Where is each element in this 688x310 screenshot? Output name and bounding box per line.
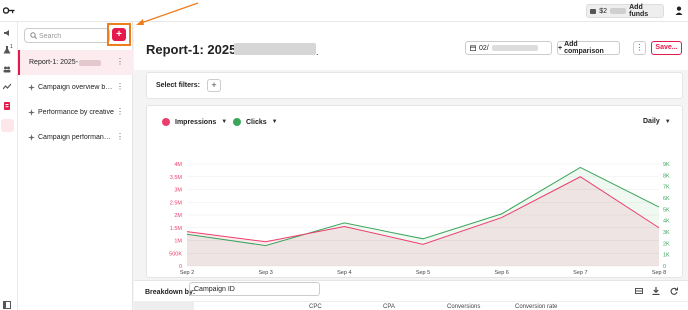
- icon-rail: 1: [0, 22, 18, 310]
- report-header: Report-1: 2025 . 02/ + Add comparison ⋮ …: [134, 22, 688, 70]
- breakdown-select[interactable]: Campaign ID: [189, 282, 320, 296]
- user-icon[interactable]: [675, 6, 683, 15]
- x-tick-label: Sep 2: [180, 270, 194, 276]
- y-right-tick-label: 3K: [663, 230, 670, 236]
- y-left-tick-label: 1.5M: [170, 226, 183, 232]
- line-chart: 0500K1M1.5M2M2.5M3M3.5M4M01K2K3K4K5K6K7K…: [169, 162, 670, 276]
- chart-card: Impressions ▼ Clicks ▼ Daily ▼ 0 500K 1M 1.…: [146, 105, 683, 278]
- report-name-redacted: [79, 59, 102, 66]
- top-bar: $2 Add funds: [0, 0, 688, 22]
- filters-label: Select filters:: [156, 82, 200, 89]
- search-box[interactable]: [24, 28, 110, 43]
- breakdown-label: Breakdown by:: [145, 289, 196, 296]
- y-left-tick-label: 4M: [174, 162, 182, 168]
- report-item-label: Report-1: 2025-: [29, 59, 79, 66]
- y-right-tick-label: 7K: [663, 185, 670, 191]
- refresh-icon[interactable]: [670, 287, 678, 295]
- y-right-tick-label: 5K: [663, 207, 670, 213]
- x-tick-label: Sep 5: [416, 270, 430, 276]
- save-button[interactable]: Save...: [651, 41, 682, 55]
- more-vertical-icon[interactable]: ⋮: [116, 83, 124, 91]
- report-item-campaign-performance[interactable]: Campaign performance b... ⋮: [18, 125, 133, 150]
- y-right-tick-label: 2K: [663, 241, 670, 247]
- sparkle-icon: [28, 109, 35, 116]
- report-item-performance-creative[interactable]: Performance by creative ⋮: [18, 100, 133, 125]
- collapse-sidebar-icon[interactable]: [3, 301, 11, 309]
- y-left-tick-label: 2.5M: [170, 200, 183, 206]
- sparkle-icon: [28, 134, 35, 141]
- date-range-redacted: [491, 45, 538, 51]
- rail-active-highlight: [1, 119, 14, 132]
- y-right-tick-label: 1K: [663, 253, 670, 259]
- x-tick-label: Sep 3: [258, 270, 272, 276]
- table-header-shade: [134, 302, 194, 310]
- add-filter-button[interactable]: +: [207, 79, 221, 92]
- filters-bar: Select filters: +: [146, 72, 683, 99]
- rail-badge: 1: [10, 44, 13, 50]
- x-tick-label: Sep 4: [337, 270, 351, 276]
- reports-icon[interactable]: [3, 102, 11, 110]
- title-suffix: .: [316, 47, 319, 57]
- y-left-tick-label: 2M: [174, 213, 182, 219]
- y-right-tick-label: 4K: [663, 219, 670, 225]
- balance-amount: $2: [599, 7, 608, 15]
- y-right-tick-label: 8K: [663, 173, 670, 179]
- report-item-report-1[interactable]: Report-1: 2025- ⋮: [18, 50, 133, 75]
- table-header: CPC CPA Conversions Conversion rate: [134, 301, 688, 310]
- title-redacted: [234, 43, 316, 55]
- x-tick-label: Sep 7: [573, 270, 587, 276]
- credit-card-icon: [590, 8, 597, 14]
- main-content: Report-1: 2025 . 02/ + Add comparison ⋮ …: [134, 22, 688, 310]
- more-vertical-icon[interactable]: ⋮: [116, 133, 124, 141]
- impressions-area: [187, 176, 659, 266]
- more-options-button[interactable]: ⋮: [633, 41, 646, 55]
- download-icon[interactable]: [652, 287, 660, 295]
- column-header-cpa[interactable]: CPA: [383, 304, 395, 310]
- y-left-tick-label: 3.5M: [170, 175, 183, 181]
- report-item-campaign-overview[interactable]: Campaign overview by date ⋮: [18, 75, 133, 100]
- x-tick-label: Sep 6: [494, 270, 508, 276]
- y-left-tick-label: 3M: [174, 188, 182, 194]
- report-item-label: Performance by creative: [38, 109, 114, 116]
- calendar-icon: [470, 45, 476, 51]
- page-title: Report-1: 2025: [146, 42, 237, 57]
- column-header-conversion-rate[interactable]: Conversion rate: [515, 304, 557, 310]
- search-icon: [30, 32, 37, 39]
- report-sidebar: + Report-1: 2025- ⋮ Campaign overview by…: [18, 22, 133, 310]
- report-item-label: Campaign performance b...: [38, 134, 114, 141]
- balance-redacted: [610, 8, 627, 14]
- report-item-label: Campaign overview by date: [38, 84, 114, 91]
- date-range-prefix: 02/: [479, 44, 489, 52]
- balance-widget[interactable]: $2 Add funds: [586, 4, 664, 18]
- add-comparison-button[interactable]: + Add comparison: [557, 41, 620, 55]
- more-vertical-icon[interactable]: ⋮: [116, 58, 124, 66]
- key-logo-icon[interactable]: [3, 6, 15, 15]
- sparkle-icon: [28, 84, 35, 91]
- column-header-conversions[interactable]: Conversions: [447, 304, 480, 310]
- date-range-picker[interactable]: 02/: [465, 41, 552, 55]
- megaphone-icon[interactable]: [3, 29, 11, 37]
- add-funds-button[interactable]: Add funds: [629, 4, 660, 18]
- y-left-tick-label: 500K: [169, 251, 182, 257]
- table-view-icon[interactable]: [635, 287, 643, 295]
- y-right-tick-label: 6K: [663, 196, 670, 202]
- analytics-icon[interactable]: [3, 83, 11, 91]
- more-vertical-icon[interactable]: ⋮: [116, 108, 124, 116]
- report-list: Report-1: 2025- ⋮ Campaign overview by d…: [18, 50, 133, 150]
- search-input[interactable]: [39, 31, 105, 41]
- y-left-tick-label: 1M: [174, 239, 182, 245]
- add-comparison-label: Add comparison: [564, 41, 604, 55]
- column-header-cpc[interactable]: CPC: [309, 304, 322, 310]
- plus-icon: +: [558, 44, 563, 52]
- x-tick-label: Sep 8: [652, 270, 666, 276]
- highlight-box: [107, 23, 131, 46]
- audience-icon[interactable]: [3, 65, 11, 73]
- y-right-tick-label: 9K: [663, 162, 670, 168]
